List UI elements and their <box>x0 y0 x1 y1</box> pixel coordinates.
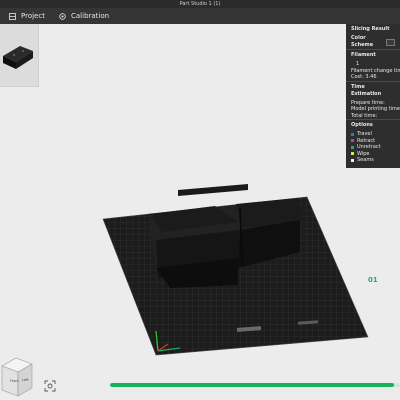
3d-viewport[interactable] <box>0 0 400 400</box>
cost-value: 3.46 <box>365 74 377 80</box>
zoom-fit-icon[interactable] <box>44 380 56 392</box>
travel-swatch <box>351 132 354 136</box>
unretract-swatch <box>351 145 354 149</box>
cost-label: Cost: <box>351 74 364 80</box>
slicing-result-panel: Slicing Result Color Scheme Filament 1 F… <box>346 24 400 168</box>
color-scheme-row: Color Scheme <box>346 35 400 49</box>
model-printing-time-label: Model printing time: <box>351 106 400 112</box>
view-cube-left-label: Left <box>22 378 29 382</box>
filament-header: Filament <box>346 49 400 61</box>
plate-label: 01 <box>368 276 378 284</box>
option-seams-label: Seams <box>357 157 374 163</box>
time-estimation-header: Time Estimation <box>346 80 400 100</box>
option-seams[interactable]: Seams <box>346 157 400 164</box>
options-header: Options <box>346 119 400 131</box>
view-cube[interactable]: Front Left <box>0 352 36 400</box>
wipe-swatch <box>351 152 354 156</box>
color-scheme-label: Color Scheme <box>351 35 374 48</box>
slicing-progress-bar <box>110 383 400 387</box>
retract-swatch <box>351 139 354 143</box>
slicing-result-title: Slicing Result <box>351 26 390 32</box>
color-scheme-dropdown[interactable] <box>385 38 395 46</box>
seams-swatch <box>351 158 354 162</box>
view-cube-front-label: Front <box>10 379 19 383</box>
slicing-progress-fill <box>110 383 395 387</box>
